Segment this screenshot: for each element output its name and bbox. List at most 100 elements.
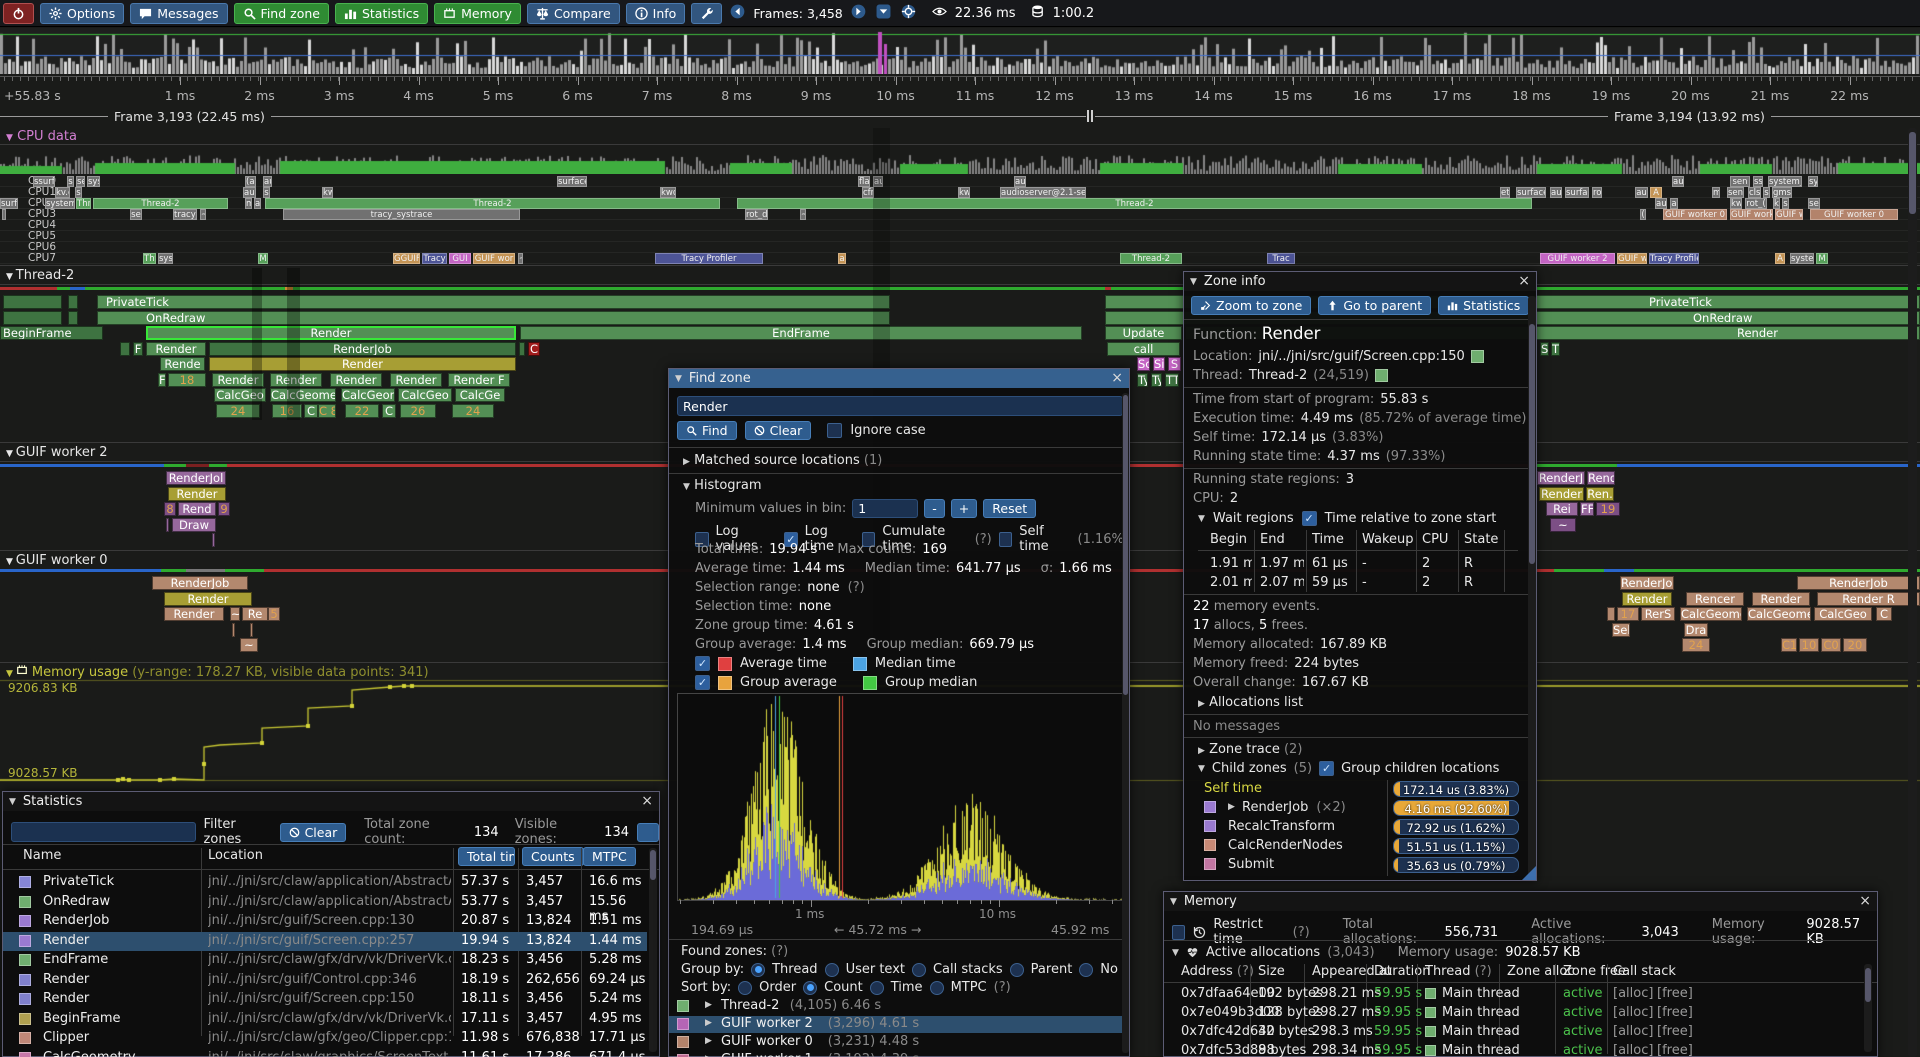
cpu-zone-chip[interactable]: au: [1635, 187, 1648, 198]
timeline-zone[interactable]: RenderJol: [1620, 576, 1674, 590]
statistics-row[interactable]: OnRedrawjni/../jni/src/claw/application/…: [3, 893, 647, 912]
timeline-zone[interactable]: [250, 623, 253, 637]
cpu-zone-chip[interactable]: Tracy Profiler: [1649, 253, 1699, 264]
cpu-zone-chip[interactable]: m: [1712, 187, 1720, 198]
child-zone-row[interactable]: Submit35.63 us (0.79%): [1184, 856, 1536, 874]
timeline-zone[interactable]: Ren.: [1586, 487, 1614, 501]
close-icon[interactable]: ×: [1518, 275, 1530, 288]
found-zone-group-row[interactable]: ▶Thread-2(4,105) 6.46 s: [669, 998, 1129, 1015]
reset-button[interactable]: Reset: [983, 499, 1036, 518]
memory-col-header[interactable]: Address (?): [1181, 964, 1254, 979]
memory-col-header[interactable]: Call stack: [1613, 964, 1676, 979]
cpu-zone-chip[interactable]: GUI: [449, 253, 471, 264]
statistics-row[interactable]: Renderjni/../jni/src/guif/Screen.cpp:150…: [3, 990, 647, 1009]
histogram-toggle[interactable]: ▼ Histogram: [683, 478, 762, 493]
timeline-zone[interactable]: call: [1107, 342, 1180, 356]
timeline-zone[interactable]: CalcGeomet: [1747, 607, 1811, 621]
close-icon[interactable]: ×: [1859, 895, 1871, 908]
group-children-checkbox[interactable]: ✓: [1319, 761, 1334, 776]
found-zone-group-row[interactable]: ▶GUIF worker 2(3,296) 4.61 s: [669, 1016, 1129, 1033]
free-callstack-link[interactable]: [free]: [1657, 1043, 1693, 1057]
timeline-zone[interactable]: [519, 342, 525, 356]
cpu-zone-chip[interactable]: tracy_systrace: [283, 209, 520, 220]
options-button[interactable]: Options: [40, 3, 124, 24]
legend-checkbox[interactable]: ✓: [695, 656, 710, 671]
memory-col-header[interactable]: Duration: [1374, 964, 1430, 979]
collapse-icon[interactable]: ▼: [6, 272, 16, 282]
timeline-zone[interactable]: 20: [1843, 638, 1867, 652]
zone-trace-toggle[interactable]: ▶ Zone trace (2): [1198, 742, 1302, 757]
allocation-row[interactable]: 0x7dfc42d64032 bytes298.3 ms59.95 sMain …: [1164, 1023, 1864, 1042]
cpu-zone-chip[interactable]: tracy_sysi: [173, 209, 197, 220]
memory-col-header[interactable]: Size: [1258, 964, 1285, 979]
timeline-zone[interactable]: Rend: [178, 502, 216, 516]
statistics-button[interactable]: Statistics: [1438, 296, 1529, 315]
child-zone-row[interactable]: ▶RenderJob(×2)4.16 ms (92.60%): [1184, 799, 1536, 817]
thread-header[interactable]: ▼ GUIF worker 0: [6, 553, 108, 568]
cpu-zone-chip[interactable]: surfacefl: [1516, 187, 1546, 198]
wait-regions-toggle[interactable]: ▼Wait regions✓Time relative to zone star…: [1198, 511, 1496, 526]
cpu-zone-chip[interactable]: au: [263, 176, 272, 187]
find-zone-titlebar[interactable]: ▼ Find zone ×: [669, 369, 1129, 388]
timeline-zone[interactable]: Render: [1539, 487, 1584, 501]
cpu-zone-chip[interactable]: sysk: [158, 253, 173, 264]
cpu-zone-chip[interactable]: A: [1775, 253, 1785, 264]
cpu-zone-chip[interactable]: kwot: [660, 187, 676, 198]
found-zone-group-row[interactable]: ▶GUIF worker 0(3,231) 4.48 s: [669, 1034, 1129, 1051]
timeline-zone[interactable]: Render: [1622, 592, 1672, 606]
find-button[interactable]: Find: [677, 421, 737, 440]
cpu-zone-chip[interactable]: GUIF wor: [473, 253, 515, 264]
cpu-zone-chip[interactable]: A: [1650, 187, 1662, 198]
timeline-zone[interactable]: Draw: [172, 518, 216, 532]
timeline-zone[interactable]: Rencer: [1686, 592, 1744, 606]
cpu-zone-chip[interactable]: (au: [245, 176, 256, 187]
timeline-zone[interactable]: ~: [230, 607, 240, 621]
timeline-zone[interactable]: S: [1540, 342, 1549, 356]
cpu-zone-chip[interactable]: gms: [1772, 187, 1792, 198]
wait-col-header[interactable]: End: [1260, 532, 1308, 547]
cpu-zone-chip[interactable]: rot_(: [1745, 198, 1767, 209]
cpu-zone-chip[interactable]: (: [1640, 209, 1646, 220]
statistics-row[interactable]: CalcGeometryjni/../jni/src/claw/graphics…: [3, 1049, 647, 1057]
frame-label[interactable]: Frame 3,193 (22.45 ms): [108, 109, 271, 124]
cpu-zone-chip[interactable]: Thre: [76, 198, 91, 209]
timeline-zone[interactable]: RenderJob: [1797, 576, 1920, 590]
increase-button[interactable]: +: [951, 499, 977, 518]
cpu-zone-chip[interactable]: s: [1782, 198, 1789, 209]
statistics-button[interactable]: Statistics: [335, 3, 428, 24]
timeline-zone[interactable]: Si: [1153, 357, 1165, 371]
timeline-zone[interactable]: 24: [1682, 638, 1710, 652]
timeline-zone[interactable]: Render: [168, 487, 226, 501]
wait-col-header[interactable]: Time: [1312, 532, 1358, 547]
timeline-zone[interactable]: C: [382, 404, 396, 418]
color-swatch[interactable]: [1471, 350, 1484, 363]
group-by-no-groupi[interactable]: [1079, 963, 1093, 977]
cpu-zone-chip[interactable]: Thread-2: [737, 198, 1532, 209]
prev-frame-button[interactable]: [728, 4, 747, 23]
cpu-zone-chip[interactable]: a: [1670, 198, 1678, 209]
timeline-zone[interactable]: 18: [168, 373, 206, 387]
cpu-zone-chip[interactable]: Tht: [143, 253, 156, 264]
cpu-zone-chip[interactable]: audioserver@2.1-se (HW: [1000, 187, 1086, 198]
cpu-zone-chip[interactable]: system_s: [1768, 176, 1802, 187]
column-header-total-time[interactable]: Total tim: [458, 847, 515, 866]
clipped-button[interactable]: [637, 823, 659, 842]
cpu-zone-chip[interactable]: M: [258, 253, 268, 264]
cpu-zone-chip[interactable]: GUIF worker 0: [1663, 209, 1727, 220]
memory-button[interactable]: Memory: [434, 3, 521, 24]
allocation-row[interactable]: 0x7dfc53d8988 bytes298.34 ms59.95 sMain …: [1164, 1042, 1864, 1057]
cpu-zone-chip[interactable]: sen: [1727, 187, 1744, 198]
find-zone-histogram[interactable]: [677, 693, 1125, 901]
zone-info-scrollbar[interactable]: [1528, 296, 1536, 876]
child-zones-toggle[interactable]: ▼Child zones(5)✓Group children locations: [1198, 761, 1499, 776]
free-callstack-link[interactable]: [free]: [1657, 1005, 1693, 1020]
filter-zones-input[interactable]: [11, 822, 196, 842]
restrict-time-checkbox[interactable]: [1172, 925, 1185, 940]
timeline-zone[interactable]: RenderJol: [166, 471, 226, 485]
cpu-zone-chip[interactable]: surfac: [1565, 187, 1589, 198]
free-callstack-link[interactable]: [free]: [1657, 1024, 1693, 1039]
group-by-thread[interactable]: [751, 963, 765, 977]
frame-label[interactable]: Frame 3,194 (13.92 ms): [1608, 109, 1771, 124]
cpu-zone-chip[interactable]: GUIF worker 2: [1540, 253, 1615, 264]
sort-by-time[interactable]: [870, 981, 884, 995]
